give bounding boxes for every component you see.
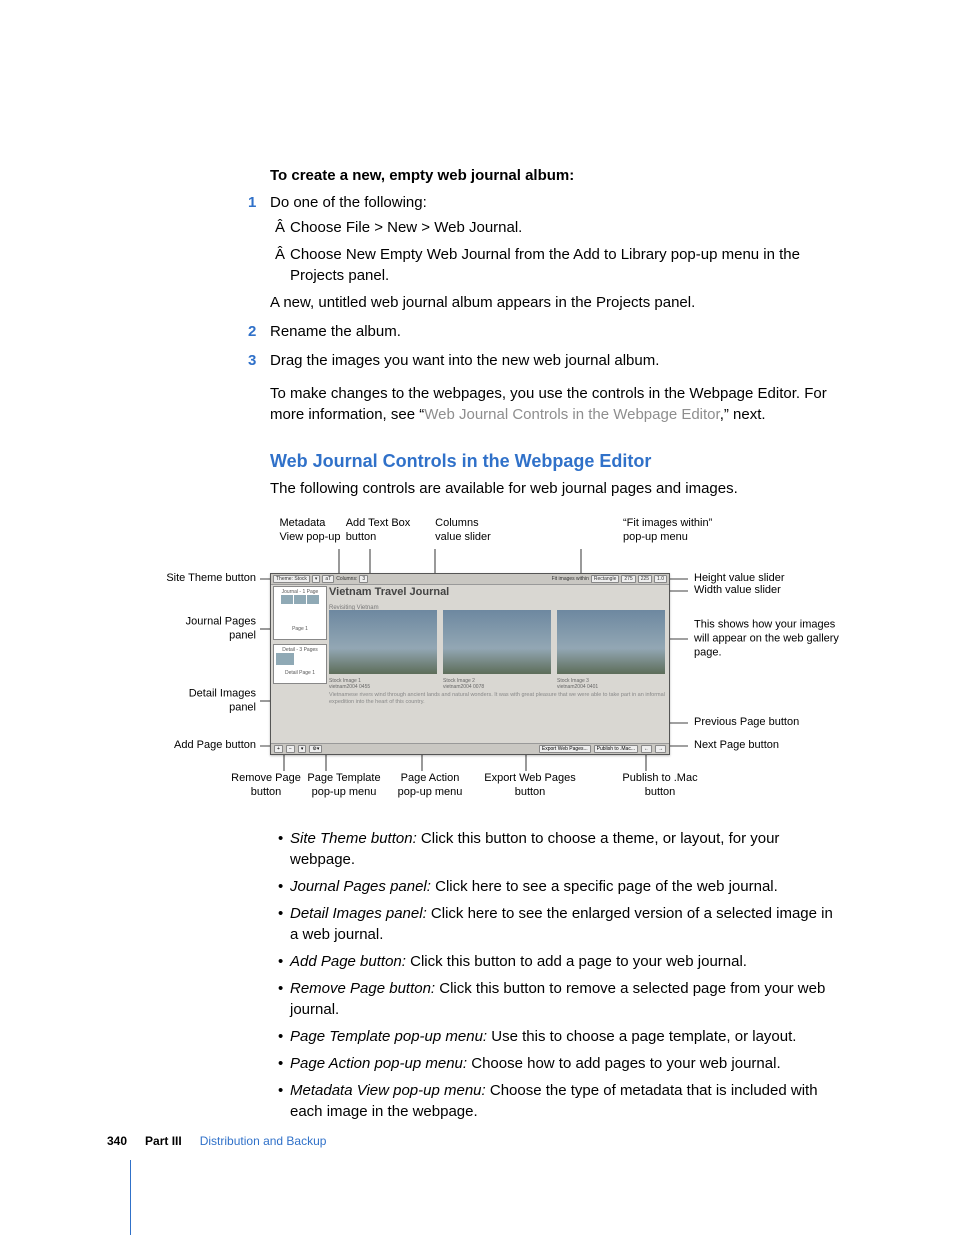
trim-line [130, 1160, 131, 1235]
fit-within-popup[interactable]: Rectangle [591, 575, 620, 583]
callout-label: Previous Page button [694, 716, 844, 730]
callout-label: Detail Images panel [160, 687, 256, 715]
glossary-term: Page Action pop-up menu: [290, 1055, 467, 1072]
bottom-toolbar: + − ▾ ⚙▾ Export Web Pages... Publish to … [271, 743, 669, 754]
step-result: A new, untitled web journal album appear… [270, 292, 834, 313]
add-page-button[interactable]: + [274, 745, 283, 753]
step-number: 3 [248, 350, 256, 371]
gallery-photo [329, 610, 437, 674]
step-text: Rename the album. [270, 323, 401, 340]
step-bullet: Choose New Empty Web Journal from the Ad… [290, 244, 834, 286]
glossary-def: Click here to see a specific page of the… [431, 878, 778, 895]
fit-within-label: Fit images within [552, 576, 589, 582]
callout-label: Journal Pages panel [160, 615, 256, 643]
callout-label: Next Page button [694, 739, 844, 753]
top-toolbar: Theme: Stock ▾ aT Columns: 3 Fit images … [271, 574, 669, 585]
step-number: 2 [248, 321, 256, 342]
glossary-term: Page Template pop-up menu: [290, 1028, 487, 1045]
callout-label: This shows how your images will appear o… [694, 619, 844, 660]
glossary-term: Add Page button: [290, 953, 406, 970]
procedure-title: To create a new, empty web journal album… [270, 165, 834, 186]
callout-label: “Fit images within”pop-up menu [623, 517, 712, 545]
caption-row: Stock Image 1vietnam2004 0455 Stock Imag… [329, 678, 665, 691]
journal-page-label: Page 1 [276, 626, 324, 632]
journal-pages-panel[interactable]: Journal - 1 Page Page 1 [273, 586, 327, 640]
step-text: Drag the images you want into the new we… [270, 352, 659, 369]
screenshot: Theme: Stock ▾ aT Columns: 3 Fit images … [270, 573, 670, 755]
callout-label: Columnsvalue slider [435, 517, 491, 545]
remove-page-button[interactable]: − [286, 745, 295, 753]
section-heading: Web Journal Controls in the Webpage Edit… [270, 449, 834, 474]
gallery-photo [443, 610, 551, 674]
glossary-def: Use this to choose a page template, or l… [487, 1028, 796, 1045]
step-bullet: Choose File > New > Web Journal. [290, 217, 834, 238]
export-web-pages-button[interactable]: Export Web Pages... [539, 745, 591, 753]
step-follow-tail: ,” next. [720, 406, 766, 423]
scale-display: 1.0 [654, 575, 667, 583]
columns-label: Columns: [336, 576, 357, 582]
step-number: 1 [248, 192, 256, 213]
page-action-popup[interactable]: ⚙▾ [309, 745, 322, 753]
publish-to-mac-button[interactable]: Publish to .Mac... [594, 745, 638, 753]
glossary-term: Detail Images panel: [290, 905, 427, 922]
controls-glossary: Site Theme button: Click this button to … [270, 828, 834, 1122]
callout-label: Publish to .Macbutton [605, 772, 715, 800]
running-footer: 340 Part III Distribution and Backup [107, 1134, 834, 1148]
add-text-box-button[interactable]: aT [322, 575, 334, 583]
cross-reference[interactable]: Web Journal Controls in the Webpage Edit… [424, 406, 719, 423]
page-body: To create a new, empty web journal album… [270, 165, 834, 1128]
height-value-slider[interactable]: 225 [638, 575, 652, 583]
site-theme-button[interactable]: Theme: Stock [273, 575, 310, 583]
journal-body-text: Vietnamese rivers wind through ancient l… [329, 692, 665, 705]
page-number: 340 [107, 1134, 127, 1148]
callout-label: Add Page button [160, 739, 256, 753]
callout-label: Width value slider [694, 584, 844, 598]
procedure-steps: 1 Do one of the following: Choose File >… [270, 192, 834, 425]
section-intro: The following controls are available for… [270, 478, 834, 499]
callout-label: Export Web Pagesbutton [470, 772, 590, 800]
left-panels: Journal - 1 Page Page 1 Detail - 3 Pages… [273, 586, 327, 742]
next-page-button[interactable]: → [655, 745, 666, 753]
annotated-figure: Theme: Stock ▾ aT Columns: 3 Fit images … [160, 517, 880, 802]
page-template-popup[interactable]: ▾ [298, 745, 307, 753]
callout-label: Add Text Boxbutton [346, 517, 411, 545]
previous-page-button[interactable]: ← [641, 745, 652, 753]
glossary-def: Choose how to add pages to your web jour… [467, 1055, 781, 1072]
metadata-view-popup[interactable]: ▾ [312, 575, 321, 583]
width-value-slider[interactable]: 275 [621, 575, 635, 583]
glossary-term: Remove Page button: [290, 980, 435, 997]
gallery-preview [329, 610, 665, 724]
callout-label: Site Theme button [160, 572, 256, 586]
glossary-def: Click this button to add a page to your … [406, 953, 747, 970]
detail-page-label: Detail Page 1 [276, 670, 324, 676]
callout-label: MetadataView pop-up [280, 517, 341, 545]
step-text: Do one of the following: [270, 194, 427, 211]
section-label: Distribution and Backup [200, 1134, 327, 1148]
gallery-photo [557, 610, 665, 674]
part-label: Part III [145, 1134, 182, 1148]
glossary-term: Site Theme button: [290, 830, 417, 847]
columns-value-slider[interactable]: 3 [359, 575, 368, 583]
glossary-term: Metadata View pop-up menu: [290, 1082, 486, 1099]
callout-label: Page Actionpop-up menu [375, 772, 485, 800]
glossary-term: Journal Pages panel: [290, 878, 431, 895]
detail-images-panel[interactable]: Detail - 3 Pages Detail Page 1 [273, 644, 327, 684]
